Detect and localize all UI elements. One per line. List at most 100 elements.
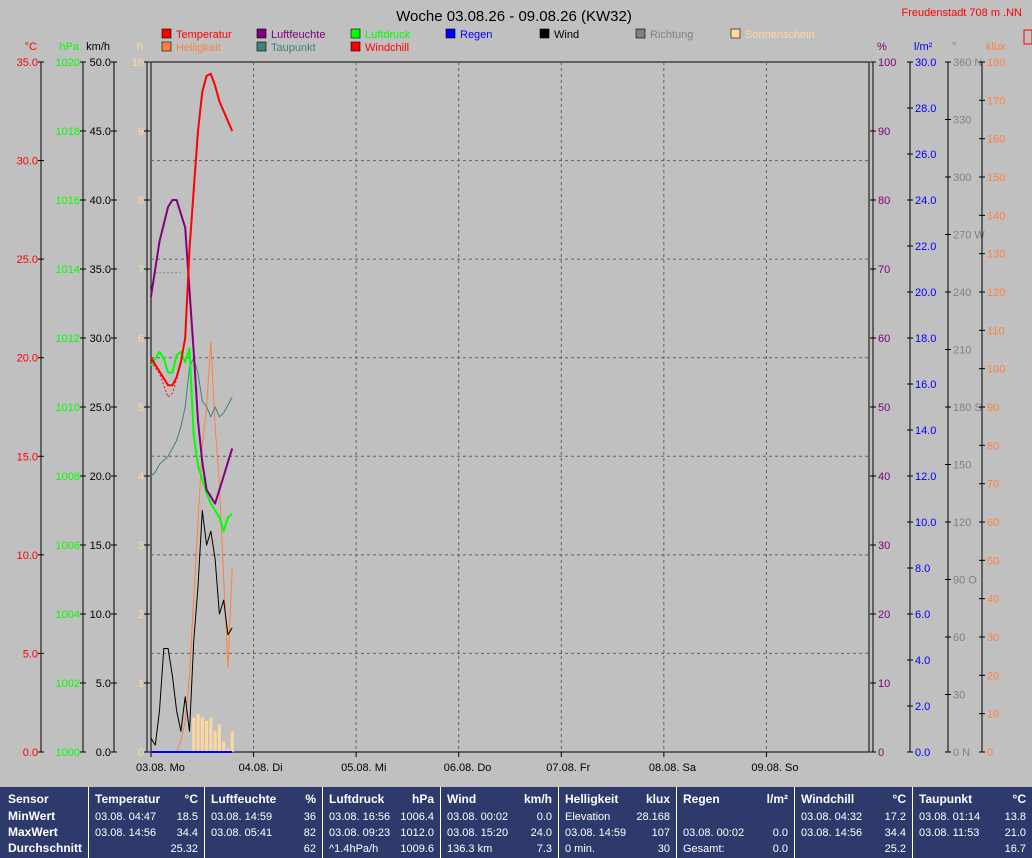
axis-tick-label-c: 30.0 (17, 156, 38, 168)
stats-cell-label: 03.08. 14:56 (95, 827, 157, 839)
stats-column-unit: °C (1012, 792, 1026, 806)
stats-column-regen: Regen l/m² 03.08. 00:02 0.0 Gesamt: 0.0 (676, 787, 794, 858)
axis-tick-label-klux: 140 (987, 210, 1005, 222)
legend-swatch-temperatur (161, 28, 172, 39)
stats-column-header: Helligkeit (565, 792, 619, 806)
axis-tick-label-klux: 60 (987, 517, 999, 529)
legend-label-richtung: Richtung (650, 29, 693, 41)
stats-column-header: Luftfeuchte (211, 792, 277, 806)
stats-column-unit: hPa (411, 792, 434, 806)
sunshine-bar (230, 731, 234, 752)
stats-cell-label: 03.08. 14:59 (565, 827, 627, 839)
weather-chart: Woche 03.08.26 - 09.08.26 (KW32) Freuden… (17, 7, 1032, 774)
stats-cell-label: Gesamt: (683, 843, 725, 855)
stats-cell-label: 0 min. (565, 843, 595, 855)
axis-tick-label-klux: 110 (987, 325, 1005, 337)
stats-cell-label: 03.08. 04:47 (95, 811, 157, 823)
stats-cell-value: 28.168 (636, 811, 670, 823)
stats-cell-value: 62 (303, 843, 316, 855)
legend-label-sonnenschein: Sonnenschein (745, 29, 815, 41)
stats-column-temperatur: Temperatur °C 03.08. 04:47 18.5 03.08. 14:56… (88, 787, 204, 858)
x-tick-label: 03.08. Mo (136, 762, 185, 774)
stats-cell-value: 25.32 (170, 843, 198, 855)
stats-cell-value: 24.0 (530, 827, 552, 839)
axis-tick-label-h: 1 (138, 678, 144, 690)
axis-tick-label-: 360 N (953, 57, 982, 69)
axis-tick-label-: 60 (878, 333, 890, 345)
axis-tick-label-: 50 (878, 402, 890, 414)
axis-tick-label-hpa: 1012 (56, 333, 80, 345)
location-marker (1023, 29, 1032, 45)
axis-unit-h: h (137, 41, 143, 53)
stats-cell-value: 0.0 (536, 811, 552, 823)
axis-tick-label-h: 8 (138, 195, 144, 207)
legend-label-wind: Wind (554, 29, 579, 41)
legend-label-luftfeuchte: Luftfeuchte (271, 29, 325, 41)
axis-tick-label-: 10 (878, 678, 890, 690)
axis-tick-label-km-h: 35.0 (90, 264, 111, 276)
axis-unit-klux: klux (986, 41, 1006, 53)
axis-tick-label-: 70 (878, 264, 890, 276)
stats-column-sensor: Sensor MinWert MaxWert Durchschnitt (0, 787, 88, 858)
legend-label-windchill: Windchill (365, 42, 409, 54)
stats-cell-value: 21.0 (1004, 827, 1026, 839)
stats-cell-value: 16.7 (1004, 843, 1026, 855)
axis-tick-label-c: 35.0 (17, 57, 38, 69)
axis-tick-label-hpa: 1002 (56, 678, 80, 690)
axis-tick-label-klux: 170 (987, 95, 1005, 107)
x-tick-label: 08.08. Sa (649, 762, 697, 774)
axis-tick-label-c: 25.0 (17, 254, 38, 266)
axis-tick-label-h: 3 (138, 540, 144, 552)
axis-tick-label-: 210 (953, 345, 971, 357)
legend-label-temperatur: Temperatur (176, 29, 232, 41)
axis-tick-label-klux: 0 (987, 747, 993, 759)
stats-cell-label: 03.08. 05:41 (211, 827, 273, 839)
stats-column-unit: l/m² (766, 792, 788, 806)
axis-tick-label-: 80 (878, 195, 890, 207)
axis-tick-label-: 330 (953, 115, 971, 127)
axis-tick-label-h: 9 (138, 126, 144, 138)
axis-tick-label-h: 0 (138, 747, 144, 759)
legend-swatch-windchill (350, 41, 361, 52)
stats-cell-label: ^1.4hPa/h (329, 843, 379, 855)
stats-cell-value: 0.0 (772, 843, 788, 855)
stats-cell-value: 1006.4 (400, 811, 434, 823)
axis-tick-label-l-m: 28.0 (915, 103, 936, 115)
axis-tick-label-: 20 (878, 609, 890, 621)
axis-tick-label-hpa: 1008 (56, 471, 80, 483)
axis-tick-label-: 150 (953, 460, 971, 472)
axis-tick-label-l-m: 18.0 (915, 333, 936, 345)
axis-tick-label-: 90 (878, 126, 890, 138)
axis-tick-label-l-m: 30.0 (915, 57, 936, 69)
stats-cell-value: 107 (651, 827, 670, 839)
axis-unit-hpa: hPa (59, 41, 79, 53)
stats-cell-value: 25.2 (884, 843, 906, 855)
axis-tick-label-: 40 (878, 471, 890, 483)
axis-tick-label-l-m: 6.0 (915, 609, 930, 621)
stats-row-label: MinWert (8, 809, 56, 823)
axis-tick-label-hpa: 1004 (56, 609, 80, 621)
axis-tick-label-km-h: 5.0 (96, 678, 111, 690)
axis-tick-label-l-m: 2.0 (915, 701, 930, 713)
x-tick-label: 05.08. Mi (341, 762, 386, 774)
axis-tick-label-km-h: 45.0 (90, 126, 111, 138)
axis-tick-label-h: 4 (138, 471, 144, 483)
stats-cell-label: 03.08. 00:02 (447, 811, 509, 823)
legend-swatch-helligkeit (161, 41, 172, 52)
plot-series (150, 72, 234, 753)
axis-tick-label-klux: 90 (987, 402, 999, 414)
stats-column-windchill: Windchill °C 03.08. 04:32 17.2 03.08. 14:56 3… (794, 787, 912, 858)
sunshine-bar (200, 717, 204, 752)
sunshine-bar (196, 714, 200, 752)
stats-cell-value: 1012.0 (400, 827, 434, 839)
axis-tick-label-: 60 (953, 632, 965, 644)
axis-tick-label-klux: 120 (987, 287, 1005, 299)
sunshine-bar (222, 741, 226, 752)
axis-tick-label-: 0 N (953, 747, 970, 759)
axis-tick-label-km-h: 0.0 (96, 747, 111, 759)
x-tick-label: 04.08. Di (239, 762, 283, 774)
axis-unit-km-h: km/h (86, 41, 110, 53)
stats-column-header: Taupunkt (919, 792, 973, 806)
chart-axes: 0.05.010.015.020.025.030.035.0°C10001002… (17, 41, 1006, 759)
axis-tick-label-km-h: 40.0 (90, 195, 111, 207)
